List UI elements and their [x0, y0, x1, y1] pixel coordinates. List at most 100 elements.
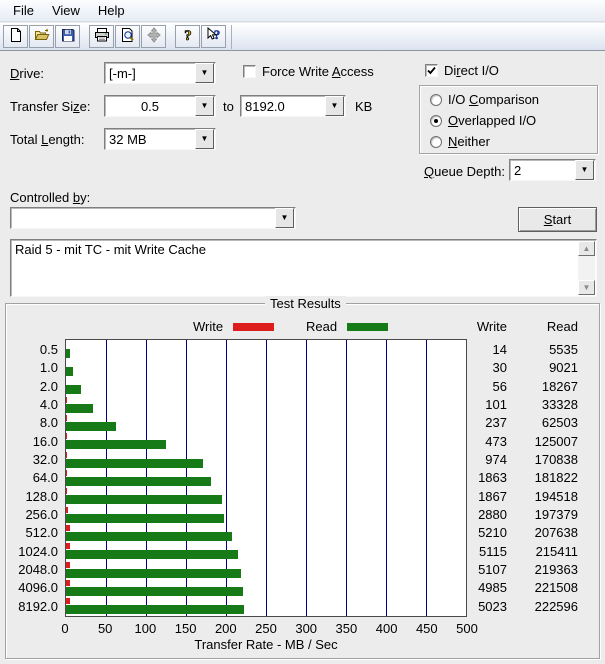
chart-ylabels: 0.5 1.0 2.0 4.0 8.0 16.0 32.0 64.0 128.0 256.0 512… — [0, 339, 58, 617]
read-value: 170838 — [534, 452, 578, 468]
xtick-label: 100 — [134, 621, 157, 636]
ytick-label: 512.0 — [25, 525, 58, 541]
open-file-icon — [34, 27, 50, 46]
chart-row — [66, 451, 466, 468]
read-value: 33328 — [541, 397, 578, 413]
chevron-down-icon[interactable]: ▼ — [275, 208, 294, 228]
write-value: 5210 — [478, 525, 507, 541]
radio-circle[interactable] — [430, 93, 442, 106]
legend-read-label: Read — [306, 319, 338, 334]
scroll-down-button[interactable]: ▼ — [578, 280, 595, 295]
xtick-label: 500 — [456, 621, 478, 636]
radio-circle[interactable] — [430, 135, 442, 148]
chevron-down-icon[interactable]: ▼ — [195, 129, 214, 149]
read-bar — [66, 605, 245, 615]
queue-depth-select[interactable]: 2 ▼ — [509, 159, 596, 181]
chart-row — [66, 506, 466, 523]
drive-select[interactable]: [-m-] ▼ — [104, 62, 216, 84]
write-bar — [66, 561, 71, 568]
arrow-up-icon: ▲ — [582, 243, 591, 253]
total-length-select[interactable]: 32 MB ▼ — [104, 128, 216, 150]
transfer-size-to-select[interactable]: 8192.0 ▼ — [240, 95, 346, 117]
chevron-down-icon[interactable]: ▼ — [575, 160, 594, 180]
chart-row — [66, 524, 466, 541]
read-value: 207638 — [534, 525, 578, 541]
print-button[interactable] — [89, 25, 114, 48]
write-value: 974 — [485, 452, 507, 468]
menu-help[interactable]: Help — [89, 1, 134, 20]
read-value: 9021 — [549, 360, 578, 376]
write-bar — [66, 579, 70, 586]
context-help-button[interactable]: ? — [201, 25, 226, 48]
chart-row — [66, 433, 466, 450]
transfer-size-from-select[interactable]: 0.5 ▼ — [104, 95, 216, 117]
ytick-label: 8.0 — [39, 415, 58, 431]
menu-view[interactable]: View — [43, 1, 89, 20]
drive-value: [-m-] — [109, 65, 136, 81]
write-value: 5023 — [478, 598, 507, 614]
checkbox-box[interactable] — [425, 64, 438, 77]
read-bar — [66, 385, 81, 395]
xtick-label: 300 — [295, 621, 318, 636]
force-write-access-label: Force Write Access — [262, 64, 374, 79]
to-label: to — [223, 99, 234, 114]
read-bar — [66, 568, 242, 578]
start-button-label: Start — [543, 212, 572, 227]
write-value: 101 — [485, 397, 507, 413]
read-bar — [66, 495, 222, 505]
print-preview-button[interactable] — [115, 25, 140, 48]
chevron-down-icon[interactable]: ▼ — [195, 63, 214, 83]
write-value: 30 — [492, 360, 507, 376]
start-button[interactable]: Start — [518, 207, 597, 232]
ytick-label: 4.0 — [39, 397, 58, 413]
xtick-label: 150 — [174, 621, 197, 636]
ytick-label: 4096.0 — [18, 580, 58, 596]
write-bar — [66, 469, 68, 476]
read-bar — [66, 440, 166, 450]
radio-neither[interactable]: Neither — [430, 134, 490, 149]
io-comparison-label: I/O Comparison — [448, 92, 540, 107]
ytick-label: 0.5 — [39, 342, 58, 357]
kb-unit-label: KB — [355, 99, 373, 114]
chevron-down-icon[interactable]: ▼ — [325, 96, 344, 116]
radio-circle[interactable] — [430, 114, 442, 127]
total-length-label: Total Length: — [10, 132, 85, 147]
description-textarea[interactable]: Raid 5 - mit TC - mit Write Cache ▲ ▼ — [10, 239, 597, 297]
controlled-by-select[interactable]: ▼ — [10, 207, 296, 229]
ytick-label: 256.0 — [25, 507, 58, 523]
move-button[interactable] — [141, 25, 166, 48]
transfer-size-label: Transfer Size: — [10, 99, 91, 114]
ytick-label: 2048.0 — [18, 562, 58, 578]
menu-file[interactable]: File — [4, 1, 43, 20]
chart-rows — [66, 339, 466, 617]
write-bar — [66, 488, 68, 495]
read-value: 181822 — [534, 470, 578, 486]
help-button[interactable]: ? — [175, 25, 200, 48]
scroll-up-button[interactable]: ▲ — [578, 241, 595, 256]
new-document-button[interactable] — [3, 25, 28, 48]
chart-xticks: 0 50 100 150 200 250 300 350 400 450 500 — [61, 621, 477, 636]
transfer-size-from-value: 0.5 — [140, 98, 160, 114]
chart-row — [66, 396, 466, 413]
force-write-access-checkbox[interactable]: Force Write Access — [243, 64, 374, 79]
radio-overlapped-io[interactable]: Overlapped I/O — [430, 113, 536, 128]
print-icon — [94, 27, 110, 46]
legend-write: Write — [193, 319, 275, 334]
radio-io-comparison[interactable]: I/O Comparison — [430, 92, 539, 107]
ytick-label: 64.0 — [32, 470, 58, 486]
checkbox-box[interactable] — [243, 65, 256, 78]
read-value: 197379 — [534, 507, 578, 523]
legend-write-swatch — [233, 322, 275, 331]
check-icon — [427, 66, 436, 75]
write-bar — [66, 451, 67, 458]
description-scrollbar[interactable]: ▲ ▼ — [578, 241, 595, 295]
chevron-down-icon[interactable]: ▼ — [195, 96, 214, 116]
xtick-label: 350 — [335, 621, 358, 636]
write-bar — [66, 524, 71, 531]
queue-depth-label: Queue Depth: — [424, 164, 505, 179]
chart-row — [66, 359, 466, 376]
read-value: 18267 — [541, 378, 578, 394]
save-button[interactable] — [55, 25, 80, 48]
direct-io-checkbox[interactable]: Direct I/O — [425, 63, 499, 78]
open-file-button[interactable] — [29, 25, 54, 48]
